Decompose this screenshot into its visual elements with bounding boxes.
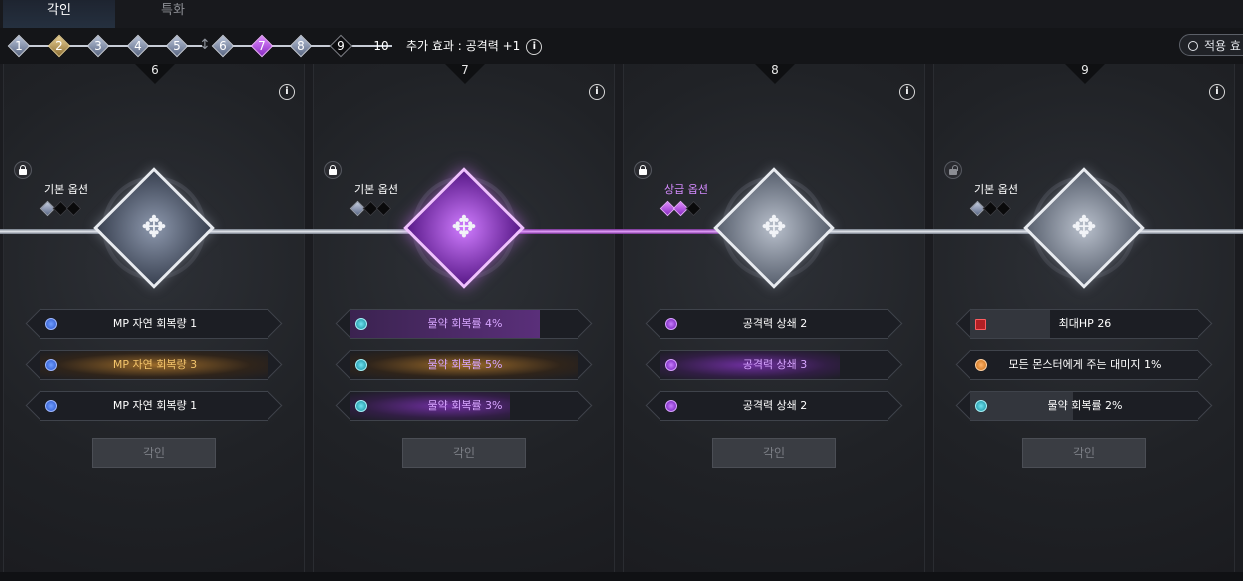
option-slot-text: 물약 회복률 3%	[427, 399, 503, 412]
gem-icon	[975, 319, 986, 330]
option-slot-text: MP 자연 회복량 1	[112, 317, 198, 330]
option-slot-text: 최대HP 26	[1058, 317, 1112, 330]
progress-step-9[interactable]: 9	[329, 34, 353, 58]
slots-area-7: 물약 회복률 4% 물약 회복률 5% 물약 회복률 3% 각인	[313, 64, 615, 572]
top-tab-bar: 각인 특화	[0, 0, 1243, 30]
engraving-progress-bar: 1 2 3 4 5 6 7 8 9 10	[0, 28, 1243, 64]
gem-icon	[355, 400, 367, 412]
tab-engraving[interactable]: 각인	[3, 0, 115, 30]
option-slot[interactable]: 물약 회복률 4%	[335, 308, 593, 339]
step-number: 2	[55, 39, 63, 53]
option-slot[interactable]: 공격력 상쇄 3	[645, 349, 903, 380]
gem-icon	[975, 359, 987, 371]
step-number: 1	[15, 39, 23, 53]
step-number: 8	[297, 39, 305, 53]
bonus-effect: 추가 효과 : 공격력 +1 i	[406, 37, 543, 55]
option-slot-text: 공격력 상쇄 2	[742, 399, 808, 412]
option-slot[interactable]: 최대HP 26	[955, 308, 1213, 339]
progress-step-6[interactable]: 6	[211, 34, 235, 58]
option-slot[interactable]: MP 자연 회복량 3	[25, 349, 283, 380]
option-slot[interactable]: 모든 몬스터에게 주는 대미지 1%	[955, 349, 1213, 380]
engrave-button[interactable]: 각인	[1022, 438, 1146, 468]
gem-icon	[45, 400, 57, 412]
step-number: 9	[337, 39, 345, 53]
option-slot[interactable]: 물약 회복률 3%	[335, 390, 593, 421]
progress-step-3[interactable]: 3	[86, 34, 110, 58]
gem-icon	[975, 400, 987, 412]
gem-icon	[45, 318, 57, 330]
gem-icon	[45, 359, 57, 371]
bottom-bar	[0, 572, 1243, 581]
option-slot[interactable]: 물약 회복률 2%	[955, 390, 1213, 421]
option-slot-text: MP 자연 회복량 1	[112, 399, 198, 412]
option-slot-text: 공격력 상쇄 2	[742, 317, 808, 330]
gem-icon	[665, 400, 677, 412]
progress-step-5[interactable]: 5	[165, 34, 189, 58]
progress-step-1[interactable]: 1	[7, 34, 31, 58]
option-slot[interactable]: 공격력 상쇄 2	[645, 390, 903, 421]
step-number: 6	[219, 39, 227, 53]
info-icon[interactable]: i	[526, 38, 543, 55]
step-number: 10	[373, 39, 389, 53]
gem-icon	[665, 318, 677, 330]
search-icon	[1188, 41, 1198, 51]
option-slot-text: MP 자연 회복량 3	[112, 358, 198, 371]
swap-arrows-icon: ↕	[199, 37, 211, 53]
engrave-button[interactable]: 각인	[712, 438, 836, 468]
option-slot-text: 공격력 상쇄 3	[742, 358, 808, 371]
gem-icon	[665, 359, 677, 371]
progress-step-2[interactable]: 2	[47, 34, 71, 58]
option-slot[interactable]: 공격력 상쇄 2	[645, 308, 903, 339]
slots-area-9: 최대HP 26 모든 몬스터에게 주는 대미지 1% 물약 회복률 2% 각인	[933, 64, 1235, 572]
tab-specialization[interactable]: 특화	[117, 0, 229, 28]
step-number: 7	[258, 39, 266, 53]
step-number: 3	[94, 39, 102, 53]
slots-area-6: MP 자연 회복량 1 MP 자연 회복량 3 MP 자연 회복량 1 각인	[3, 64, 305, 572]
slots-area-8: 공격력 상쇄 2 공격력 상쇄 3 공격력 상쇄 2 각인	[623, 64, 925, 572]
bonus-effect-text: 추가 효과 : 공격력 +1	[406, 39, 521, 53]
engrave-button[interactable]: 각인	[402, 438, 526, 468]
option-slot-text: 물약 회복률 2%	[1047, 399, 1123, 412]
progress-step-10[interactable]: 10	[370, 35, 392, 57]
option-slot[interactable]: MP 자연 회복량 1	[25, 308, 283, 339]
progress-step-8[interactable]: 8	[289, 34, 313, 58]
step-number: 4	[134, 39, 142, 53]
option-slot-text: 물약 회복률 5%	[427, 358, 503, 371]
option-slot-text: 모든 몬스터에게 주는 대미지 1%	[1008, 358, 1162, 371]
progress-step-4[interactable]: 4	[126, 34, 150, 58]
engrave-button[interactable]: 각인	[92, 438, 216, 468]
applied-effects-label: 적용 효	[1204, 39, 1241, 53]
applied-effects-button[interactable]: 적용 효	[1179, 34, 1243, 56]
option-slot[interactable]: MP 자연 회복량 1	[25, 390, 283, 421]
option-slot[interactable]: 물약 회복률 5%	[335, 349, 593, 380]
progress-step-7[interactable]: 7	[250, 34, 274, 58]
step-number: 5	[173, 39, 181, 53]
gem-icon	[355, 318, 367, 330]
option-slot-text: 물약 회복률 4%	[427, 317, 503, 330]
gem-icon	[355, 359, 367, 371]
